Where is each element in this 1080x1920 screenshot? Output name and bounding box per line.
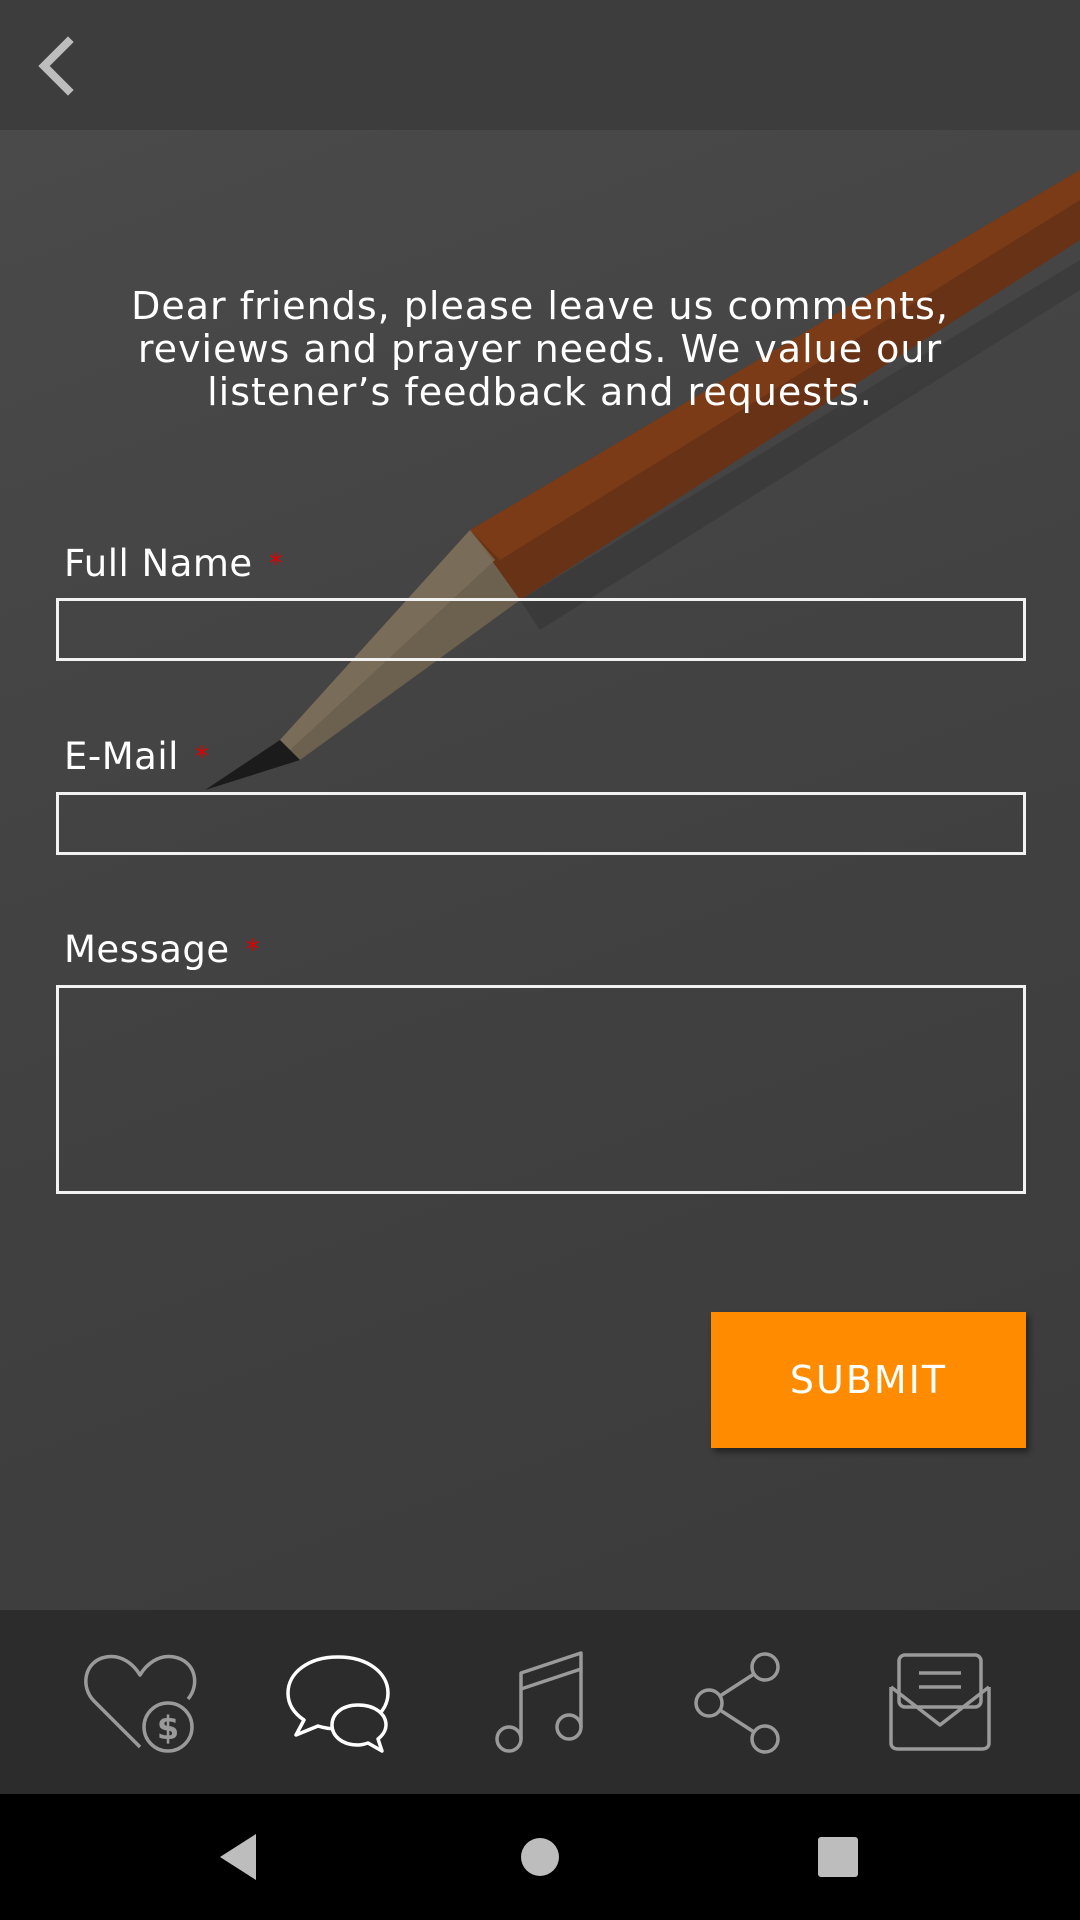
email-label: E-Mail * <box>64 735 209 779</box>
message-textarea[interactable] <box>56 985 1026 1194</box>
message-label-text: Message <box>64 928 230 971</box>
square-recents-icon <box>818 1837 858 1877</box>
required-indicator: * <box>194 740 210 773</box>
mail-envelope-icon <box>889 1653 991 1751</box>
message-label: Message * <box>64 928 260 972</box>
full-name-label: Full Name * <box>64 542 283 586</box>
email-label-text: E-Mail <box>64 735 179 778</box>
submit-button[interactable]: SUBMIT <box>711 1312 1026 1448</box>
music-note-icon <box>495 1651 583 1753</box>
share-icon <box>694 1652 780 1754</box>
triangle-back-icon <box>220 1834 256 1880</box>
required-indicator: * <box>268 547 284 580</box>
top-app-bar <box>0 0 1080 130</box>
circle-home-icon <box>521 1838 559 1876</box>
contact-form-screen: Dear friends, please leave us comments, … <box>0 130 1080 1610</box>
tab-donate[interactable]: $ <box>75 1637 205 1767</box>
back-button[interactable] <box>24 28 88 104</box>
system-back-button[interactable] <box>208 1827 268 1887</box>
svg-text:$: $ <box>157 1709 179 1747</box>
required-indicator: * <box>245 933 261 966</box>
full-name-input[interactable] <box>56 598 1026 661</box>
full-name-label-text: Full Name <box>64 542 253 585</box>
chat-bubbles-icon <box>286 1655 390 1753</box>
bottom-tab-bar: $ <box>0 1610 1080 1794</box>
donate-heart-dollar-icon: $ <box>84 1654 197 1753</box>
chevron-left-icon <box>38 36 74 96</box>
tab-chat[interactable] <box>275 1637 405 1767</box>
tab-music[interactable] <box>475 1637 605 1767</box>
intro-message: Dear friends, please leave us comments, … <box>131 284 949 414</box>
system-navigation-bar <box>0 1794 1080 1920</box>
system-home-button[interactable] <box>510 1827 570 1887</box>
tab-contact[interactable] <box>875 1637 1005 1767</box>
email-input[interactable] <box>56 792 1026 855</box>
tab-share[interactable] <box>675 1637 805 1767</box>
system-recents-button[interactable] <box>808 1827 868 1887</box>
